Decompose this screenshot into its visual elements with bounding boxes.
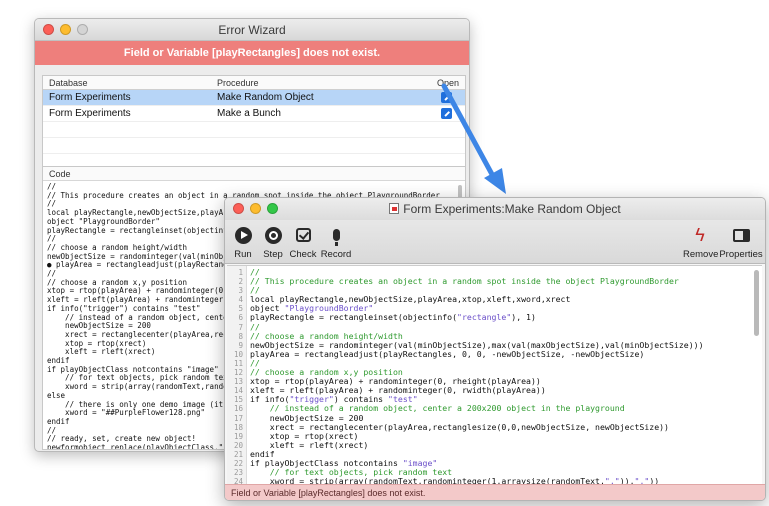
step-icon xyxy=(264,226,282,244)
line-number-gutter: 1 2 3 4 5 6 7 8 9 10 11 12 13 14 15 16 1… xyxy=(227,266,247,485)
error-status-bar: Field or Variable [playRectangles] does … xyxy=(225,484,765,500)
error-location-table: Database Procedure Open Form Experiments… xyxy=(42,75,466,171)
procedure-editor-window: Form Experiments:Make Random Object Run … xyxy=(224,197,766,501)
wizard-title: Error Wizard xyxy=(218,23,286,37)
step-button[interactable]: Step xyxy=(259,223,287,260)
table-header: Database Procedure Open xyxy=(43,76,465,90)
line-numbers: 1 2 3 4 5 6 7 8 9 10 11 12 13 14 15 16 1… xyxy=(233,268,243,485)
column-header-database[interactable]: Database xyxy=(43,76,215,89)
record-button[interactable]: Record xyxy=(319,223,353,260)
table-row[interactable]: Form Experiments Make a Bunch xyxy=(43,106,465,122)
code-line: // This procedure creates an object in a… xyxy=(250,276,679,287)
record-label: Record xyxy=(320,249,352,260)
sidebar-panel-icon xyxy=(732,228,750,242)
cell-database: Form Experiments xyxy=(49,108,131,119)
play-icon xyxy=(234,226,252,244)
pointer-arrow xyxy=(441,83,506,194)
code-text[interactable]: // // This procedure creates an object i… xyxy=(250,266,704,485)
cell-procedure: Make a Bunch xyxy=(217,108,281,119)
step-label: Step xyxy=(263,249,283,260)
properties-button[interactable]: Properties xyxy=(719,223,763,260)
wizard-titlebar: Error Wizard xyxy=(35,19,469,41)
code-line: playRectangle = rectangleinset(objectinf… xyxy=(250,312,458,323)
editor-toolbar: Run Step Check Record ϟ Remove Propertie… xyxy=(225,220,765,264)
properties-label: Properties xyxy=(719,249,763,260)
error-message-banner: Field or Variable [playRectangles] does … xyxy=(35,41,469,65)
code-string: "rectangle" xyxy=(457,312,512,323)
table-row-empty xyxy=(43,138,465,154)
check-button[interactable]: Check xyxy=(288,223,318,260)
cell-database: Form Experiments xyxy=(49,92,131,103)
lightning-icon: ϟ xyxy=(695,225,705,245)
checkmark-icon xyxy=(295,228,311,242)
code-panel-label: Code xyxy=(43,167,465,181)
editor-titlebar: Form Experiments:Make Random Object xyxy=(225,198,765,220)
microphone-icon xyxy=(332,229,340,246)
table-row-empty xyxy=(43,122,465,138)
editor-title-wrap: Form Experiments:Make Random Object xyxy=(225,202,765,216)
code-editor[interactable]: 1 2 3 4 5 6 7 8 9 10 11 12 13 14 15 16 1… xyxy=(227,265,762,485)
document-icon xyxy=(389,203,400,214)
cell-procedure: Make Random Object xyxy=(217,92,314,103)
remove-label: Remove xyxy=(683,249,719,260)
column-header-procedure[interactable]: Procedure xyxy=(215,76,437,89)
table-row[interactable]: Form Experiments Make Random Object xyxy=(43,90,465,106)
run-label: Run xyxy=(234,249,252,260)
code-line-error: playArea = rectangleadjust(playRectangle… xyxy=(250,348,645,359)
code-line: ), 1) xyxy=(511,312,536,323)
run-button[interactable]: Run xyxy=(231,223,255,260)
check-label: Check xyxy=(289,249,317,260)
editor-title: Form Experiments:Make Random Object xyxy=(403,202,621,216)
remove-button[interactable]: ϟ Remove xyxy=(683,223,719,260)
editor-scrollbar[interactable] xyxy=(754,270,759,336)
